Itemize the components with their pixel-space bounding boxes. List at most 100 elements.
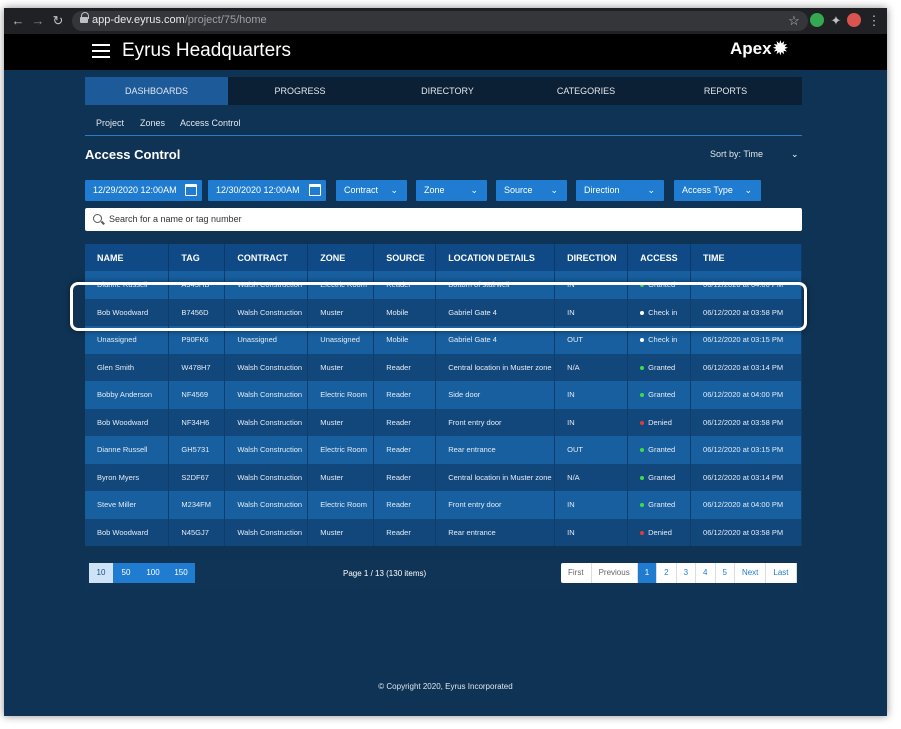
search-input[interactable]: Search for a name or tag number — [85, 208, 802, 231]
column-header-contract[interactable]: CONTRACT — [224, 244, 309, 271]
forward-icon[interactable]: → — [30, 12, 46, 30]
cell-tag: GH5731 — [168, 436, 226, 464]
sort-dropdown[interactable]: Sort by: Time — [710, 149, 763, 159]
cell-time: 06/12/2020 at 03:14 PM — [690, 463, 802, 491]
cell-access: Granted — [627, 491, 692, 519]
subtab-zones[interactable]: Zones — [140, 118, 165, 128]
chevron-down-icon: ⌄ — [647, 185, 655, 195]
source-filter[interactable]: Source ⌄ — [496, 180, 567, 201]
page-link-4[interactable]: 4 — [696, 563, 716, 583]
tab-directory[interactable]: DIRECTORY — [372, 77, 523, 105]
column-header-direction[interactable]: DIRECTION — [554, 244, 629, 271]
page-link-first[interactable]: First — [561, 563, 592, 583]
column-header-zone[interactable]: ZONE — [307, 244, 375, 271]
direction-filter[interactable]: Direction ⌄ — [576, 180, 664, 201]
browser-toolbar: ← → ↻ app-dev.eyrus.com/project/75/home … — [4, 8, 887, 34]
status-dot-icon — [640, 475, 645, 480]
page-size-150-button[interactable]: 150 — [167, 563, 195, 583]
page-link-last[interactable]: Last — [766, 563, 797, 583]
extension-icon[interactable] — [810, 13, 824, 27]
date-from-value: 12/29/2020 12:00AM — [93, 185, 177, 195]
page-link-2[interactable]: 2 — [657, 563, 677, 583]
access-status-label: Granted — [648, 472, 676, 482]
pagination-bar: 10 50 100 150 Page 1 / 13 (130 items) First… — [85, 559, 802, 589]
cell-zone: Muster — [307, 408, 375, 436]
page-link-next[interactable]: Next — [735, 563, 767, 583]
table-row[interactable]: Bobby Anderson NF4569 Walsh Construction El… — [85, 381, 802, 409]
contract-filter[interactable]: Contract ⌄ — [336, 180, 407, 201]
subtab-access-control[interactable]: Access Control — [180, 118, 241, 128]
table-row[interactable]: Bob Woodward N45GJ7 Walsh Construction Must… — [85, 518, 802, 546]
page-link-5[interactable]: 5 — [716, 563, 735, 583]
column-header-time[interactable]: TIME — [690, 244, 802, 271]
cell-tag: M234FM — [168, 491, 226, 519]
cell-tag: S2DF67 — [168, 463, 226, 491]
cell-time: 06/12/2020 at 03:58 PM — [690, 408, 802, 436]
chevron-down-icon[interactable]: ⌄ — [791, 149, 799, 160]
column-header-tag[interactable]: TAG — [168, 244, 226, 271]
page-size-100-button[interactable]: 100 — [139, 563, 167, 583]
cell-zone: Electric Room — [307, 436, 375, 464]
column-header-name[interactable]: NAME — [85, 244, 170, 271]
cell-source: Reader — [373, 408, 437, 436]
url-path: /project/75/home — [184, 14, 267, 26]
hamburger-menu-icon[interactable] — [92, 44, 110, 58]
address-bar[interactable]: app-dev.eyrus.com/project/75/home ☆ — [72, 11, 808, 31]
cell-access: Granted — [627, 436, 692, 464]
page-link-3[interactable]: 3 — [677, 563, 697, 583]
bookmark-star-icon[interactable]: ☆ — [786, 12, 802, 30]
page-link-1[interactable]: 1 — [637, 563, 658, 583]
status-dot-icon — [640, 393, 645, 398]
more-menu-icon[interactable]: ⋮ — [866, 12, 882, 30]
table-row[interactable]: Glen Smith W478H7 Walsh Construction Muster… — [85, 353, 802, 381]
column-header-source[interactable]: SOURCE — [373, 244, 437, 271]
cell-contract: Walsh Construction — [224, 491, 309, 519]
tab-reports[interactable]: REPORTS — [649, 77, 802, 105]
apex-logo: Apex — [730, 39, 772, 58]
reload-icon[interactable]: ↻ — [50, 12, 66, 30]
page-link-previous[interactable]: Previous — [592, 563, 638, 583]
subtab-project[interactable]: Project — [96, 118, 124, 128]
cell-time: 06/12/2020 at 03:15 PM — [690, 436, 802, 464]
cell-name: Glen Smith — [85, 353, 170, 381]
cell-zone: Electric Room — [307, 491, 375, 519]
cell-time: 06/12/2020 at 03:14 PM — [690, 353, 802, 381]
status-dot-icon — [640, 338, 645, 343]
cell-name: Bob Woodward — [85, 408, 170, 436]
cell-location-details: Rear entrance — [435, 518, 556, 546]
back-icon[interactable]: ← — [10, 12, 26, 30]
cell-zone: Electric Room — [307, 381, 375, 409]
tab-progress[interactable]: PROGRESS — [228, 77, 372, 105]
table-row[interactable]: Steve Miller M234FM Walsh Construction Elec… — [85, 491, 802, 519]
cell-time: 06/12/2020 at 04:00 PM — [690, 381, 802, 409]
puzzle-icon[interactable]: ✦ — [828, 12, 844, 30]
cell-contract: Walsh Construction — [224, 408, 309, 436]
cell-contract: Walsh Construction — [224, 381, 309, 409]
tab-dashboards[interactable]: DASHBOARDS — [85, 77, 228, 105]
cell-source: Reader — [373, 491, 437, 519]
table-row[interactable]: Dianne Russell GH5731 Walsh Construction El… — [85, 436, 802, 464]
cell-contract: Walsh Construction — [224, 353, 309, 381]
status-dot-icon — [640, 503, 645, 508]
app-header: Eyrus Headquarters Apex ✹ — [4, 34, 887, 70]
status-dot-icon — [640, 420, 645, 425]
page-links: First Previous 1 2 3 4 5 Next Last — [561, 563, 797, 583]
access-type-filter[interactable]: Access Type ⌄ — [674, 180, 761, 201]
page-size-10-button[interactable]: 10 — [89, 563, 113, 583]
date-to-picker[interactable]: 12/30/2020 12:00AM — [208, 180, 326, 201]
cell-location-details: Front entry door — [435, 491, 556, 519]
zone-filter[interactable]: Zone ⌄ — [416, 180, 487, 201]
tab-categories[interactable]: CATEGORIES — [523, 77, 649, 105]
page-size-50-button[interactable]: 50 — [113, 563, 139, 583]
table-row[interactable]: Byron Myers S2DF67 Walsh Construction Muste… — [85, 463, 802, 491]
profile-avatar-icon[interactable] — [847, 13, 861, 27]
direction-filter-label: Direction — [584, 185, 620, 195]
column-header-location-details[interactable]: LOCATION DETAILS — [435, 244, 556, 271]
cell-access: Denied — [627, 518, 692, 546]
date-from-picker[interactable]: 12/29/2020 12:00AM — [85, 180, 202, 201]
table-row[interactable]: Bob Woodward NF34H6 Walsh Construction Must… — [85, 408, 802, 436]
cell-contract: Walsh Construction — [224, 463, 309, 491]
column-header-access[interactable]: ACCESS — [627, 244, 692, 271]
cell-source: Reader — [373, 463, 437, 491]
lock-icon — [80, 12, 89, 25]
